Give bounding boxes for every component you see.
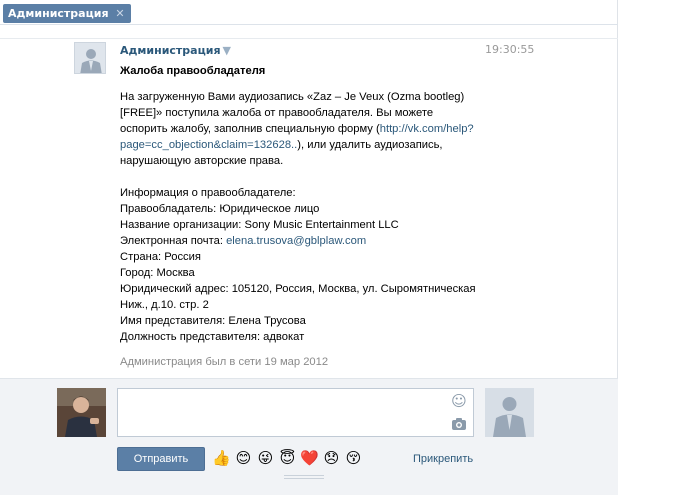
info-address-2: Ниж., д.10. стр. 2 xyxy=(120,299,209,311)
info-country: Страна: Россия xyxy=(120,251,201,263)
default-avatar-icon xyxy=(75,43,105,73)
my-avatar[interactable] xyxy=(57,388,106,437)
send-button[interactable]: Отправить xyxy=(117,447,205,471)
message-time: 19:30:55 xyxy=(485,43,535,56)
sender-avatar[interactable] xyxy=(74,42,106,74)
tab-divider xyxy=(0,24,618,25)
author-name[interactable]: Администрация xyxy=(120,44,221,57)
info-holder: Правообладатель: Юридическое лицо xyxy=(120,203,320,215)
info-email-line: Электронная почта: elena.trusova@gblplaw… xyxy=(120,233,480,249)
info-address-1: Юридический адрес: 105120, Россия, Москв… xyxy=(120,283,476,295)
message-input[interactable]: ☺ xyxy=(117,388,474,437)
default-avatar-icon xyxy=(485,388,534,437)
emoji-bar: 👍 😊 😜 😇 ❤️ 😞 😚 xyxy=(212,449,363,469)
attach-link[interactable]: Прикрепить xyxy=(413,453,473,465)
resize-grip[interactable] xyxy=(284,475,324,479)
message-paragraph: На загруженную Вами аудиозапись «Zaz – J… xyxy=(120,89,480,169)
online-status: Администрация был в сети 19 мар 2012 xyxy=(120,356,329,368)
emoji-wink-tongue[interactable]: 😜 xyxy=(256,449,275,468)
info-org: Название организации: Sony Music Enterta… xyxy=(120,219,399,231)
emoji-kiss[interactable]: 😚 xyxy=(344,449,363,468)
message-author[interactable]: Администрация ▼ xyxy=(120,44,231,57)
emoji-halo[interactable]: 😇 xyxy=(278,449,297,468)
info-rep-position: Должность представителя: адвокат xyxy=(120,331,305,343)
peer-avatar[interactable] xyxy=(485,388,534,437)
info-city: Город: Москва xyxy=(120,267,195,279)
close-icon[interactable]: ✕ xyxy=(114,7,127,20)
info-rep-name: Имя представителя: Елена Трусова xyxy=(120,315,306,327)
message-body: Жалоба правообладателя На загруженную Ва… xyxy=(120,63,480,345)
emoji-thumbs-up[interactable]: 👍 xyxy=(212,449,231,468)
tab-dialog[interactable]: Администрация ✕ xyxy=(3,4,131,23)
info-header: Информация о правообладателе: xyxy=(120,187,296,199)
user-photo-icon xyxy=(57,388,106,437)
compose-area: ☺ Отправить 👍 😊 😜 😇 ❤️ 😞 😚 Прикрепить xyxy=(0,378,618,495)
author-dropdown-icon[interactable]: ▼ xyxy=(223,44,231,57)
message-title: Жалоба правообладателя xyxy=(120,65,266,77)
emoji-sad[interactable]: 😞 xyxy=(322,449,341,468)
email-link[interactable]: elena.trusova@gblplaw.com xyxy=(226,235,366,247)
emoji-heart[interactable]: ❤️ xyxy=(300,449,319,468)
camera-icon[interactable] xyxy=(451,417,467,431)
header-divider xyxy=(0,38,618,39)
smile-icon[interactable]: ☺ xyxy=(451,393,467,409)
email-label: Электронная почта: xyxy=(120,235,227,247)
emoji-smile[interactable]: 😊 xyxy=(234,449,253,468)
dialog-panel: Администрация ✕ Администрация ▼ 19:30:55 … xyxy=(0,0,618,495)
tab-label: Администрация xyxy=(8,7,109,20)
